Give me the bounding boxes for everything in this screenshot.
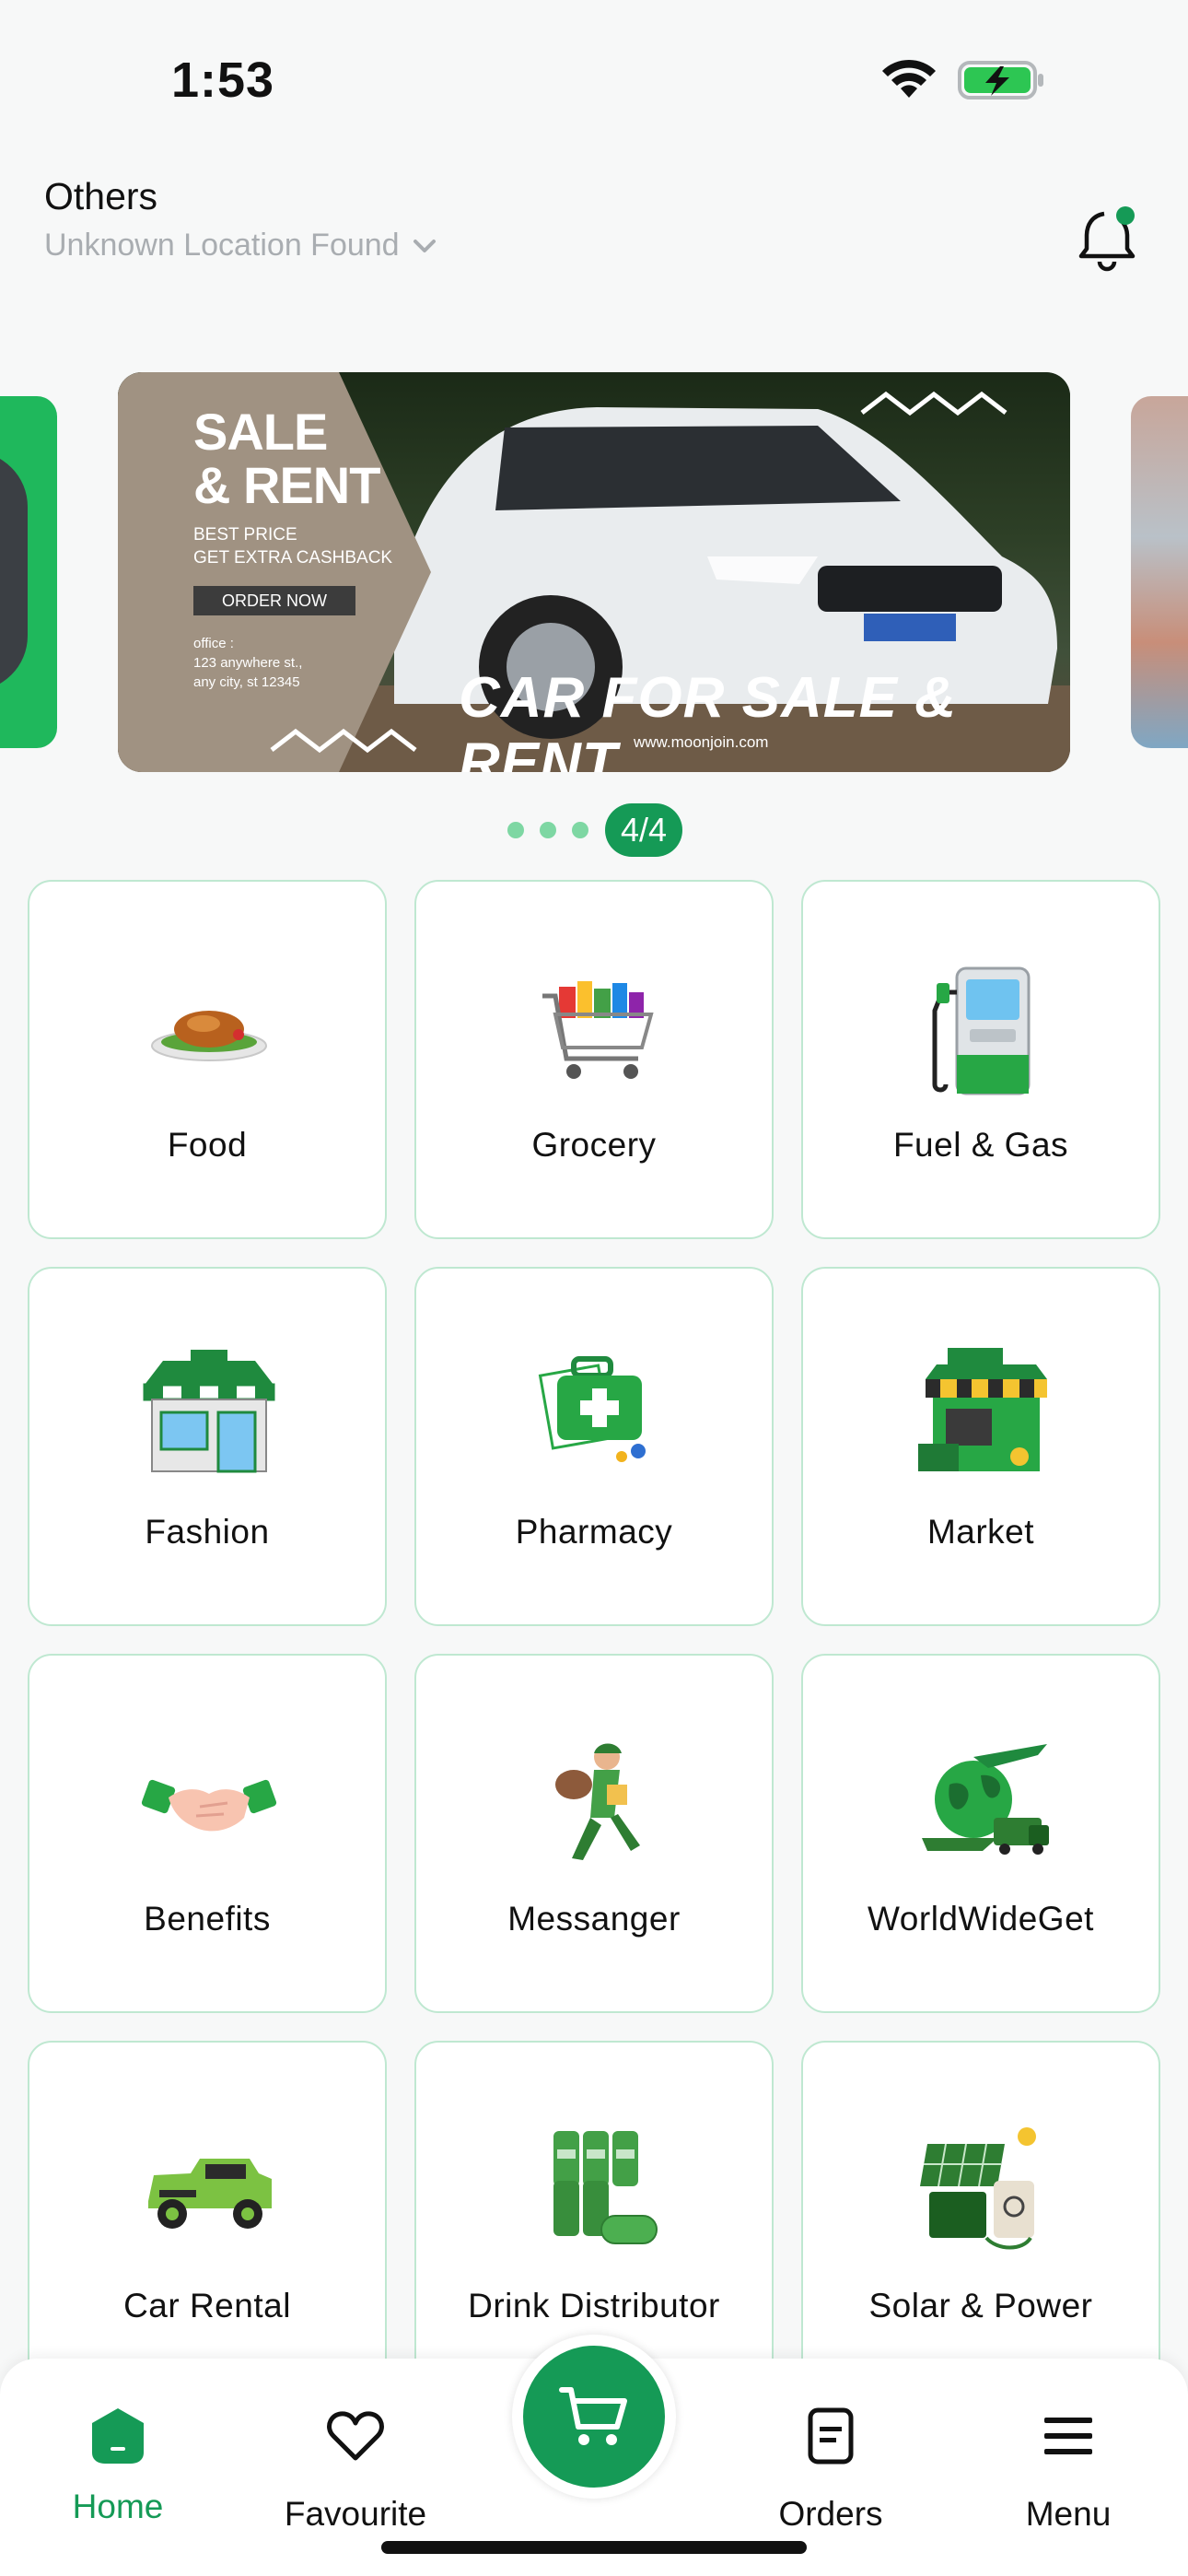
nav-home-label: Home [72,2488,164,2525]
category-label: Market [926,1513,1035,1551]
category-label: Benefits [144,1900,271,1938]
category-label: Car Rental [123,2287,291,2324]
banner-subtitle-line2: GET EXTRA CASHBACK [193,548,393,568]
carousel-pagination: 4/4 [0,800,1188,857]
zigzag-decoration [270,728,417,754]
home-indicator [381,2541,807,2554]
cart-button[interactable] [512,2335,676,2499]
pagination-dot[interactable] [507,822,524,838]
home-icon [92,2408,144,2464]
category-tile-worldwideget[interactable]: WorldWideGet [801,1654,1160,2013]
category-label: Solar & Power [868,2287,1093,2324]
banner-sale-title-line1: SALE [193,403,328,461]
market-stall-icon [918,1348,1047,1471]
carousel-slide-current[interactable]: SALE & RENT BEST PRICE GET EXTRA CASHBAC… [118,372,1070,772]
category-tile-grocery[interactable]: Grocery [414,880,774,1239]
category-label: Pharmacy [515,1513,673,1551]
carousel-slide-previous[interactable] [0,396,57,748]
category-tile-food[interactable]: Food [28,880,387,1239]
grocery-cart-icon [542,981,654,1079]
banner-headline: CAR FOR SALE & RENT [459,666,957,772]
cart-icon [559,2387,627,2445]
chevron-down-icon [413,239,436,252]
shop-icon [143,1350,275,1473]
drink-cans-icon [553,2131,658,2244]
fuel-pump-icon [932,966,1031,1095]
orders-icon [808,2407,854,2465]
globe-plane-truck-icon [922,1744,1049,1855]
category-tile-fashion[interactable]: Fashion [28,1267,387,1626]
medical-kit-icon [538,1356,646,1462]
category-label: Fashion [145,1513,270,1551]
pagination-dot[interactable] [540,822,556,838]
banner-website: www.moonjoin.com [634,733,769,751]
banner-office-line1: 123 anywhere st., [193,655,303,671]
wifi-icon [882,59,936,98]
category-tile-car-rental[interactable]: Car Rental [28,2041,387,2400]
category-tile-fuel-gas[interactable]: Fuel & Gas [801,880,1160,1239]
banner-office-label: office : [193,636,234,651]
heart-icon [327,2411,384,2461]
banner-office: office : 123 anywhere st., any city, st … [193,634,302,692]
location-header: Others Unknown Location Found [44,175,1144,304]
banner-subtitle: BEST PRICE GET EXTRA CASHBACK [193,523,392,569]
pagination-indicator: 4/4 [605,803,682,857]
banner-office-line2: any city, st 12345 [193,674,300,690]
notification-bell-icon[interactable] [1076,203,1140,273]
nav-menu[interactable]: Menu [967,2359,1170,2576]
order-now-button[interactable]: ORDER NOW [193,586,355,615]
category-label: Food [167,1126,248,1164]
category-label: Fuel & Gas [892,1126,1069,1164]
zigzag-decoration [860,391,1007,416]
banner-subtitle-line1: BEST PRICE [193,525,297,544]
nav-favourite-label: Favourite [284,2495,427,2533]
category-label: Drink Distributor [468,2287,720,2324]
pagination-dot[interactable] [572,822,588,838]
courier-icon [555,1743,640,1860]
category-label: Messanger [507,1900,681,1938]
category-label: Grocery [531,1126,657,1164]
battery-charging-icon [958,61,1043,100]
food-plate-icon [151,1011,267,1061]
category-tile-solar-power[interactable]: Solar & Power [801,2041,1160,2400]
location-title: Others [44,175,158,217]
cart-button-circle [523,2346,665,2488]
category-tile-pharmacy[interactable]: Pharmacy [414,1267,774,1626]
category-tile-benefits[interactable]: Benefits [28,1654,387,2013]
promo-carousel[interactable]: SALE & RENT BEST PRICE GET EXTRA CASHBAC… [0,372,1188,778]
jeep-icon [148,2159,272,2229]
category-tile-messanger[interactable]: Messanger [414,1654,774,2013]
solar-panel-icon [920,2127,1036,2250]
status-time: 1:53 [171,53,275,108]
category-label: WorldWideGet [868,1900,1094,1938]
location-selector[interactable]: Unknown Location Found [44,228,1144,263]
carousel-slide-next[interactable] [1131,396,1188,748]
hamburger-menu-icon [1044,2418,1092,2454]
nav-orders-label: Orders [778,2495,883,2533]
category-tile-market[interactable]: Market [801,1267,1160,1626]
banner-sale-title-line2: & RENT [193,456,380,514]
banner-sale-title: SALE & RENT [193,403,380,514]
location-subtitle: Unknown Location Found [44,228,400,263]
nav-menu-label: Menu [1025,2495,1112,2533]
category-grid: Food Grocery Fuel & Gas Fashion Pharmacy… [28,880,1160,2400]
nav-home[interactable]: Home [17,2359,219,2576]
status-bar: 1:53 [0,0,1188,157]
handshake-icon [141,1779,277,1832]
